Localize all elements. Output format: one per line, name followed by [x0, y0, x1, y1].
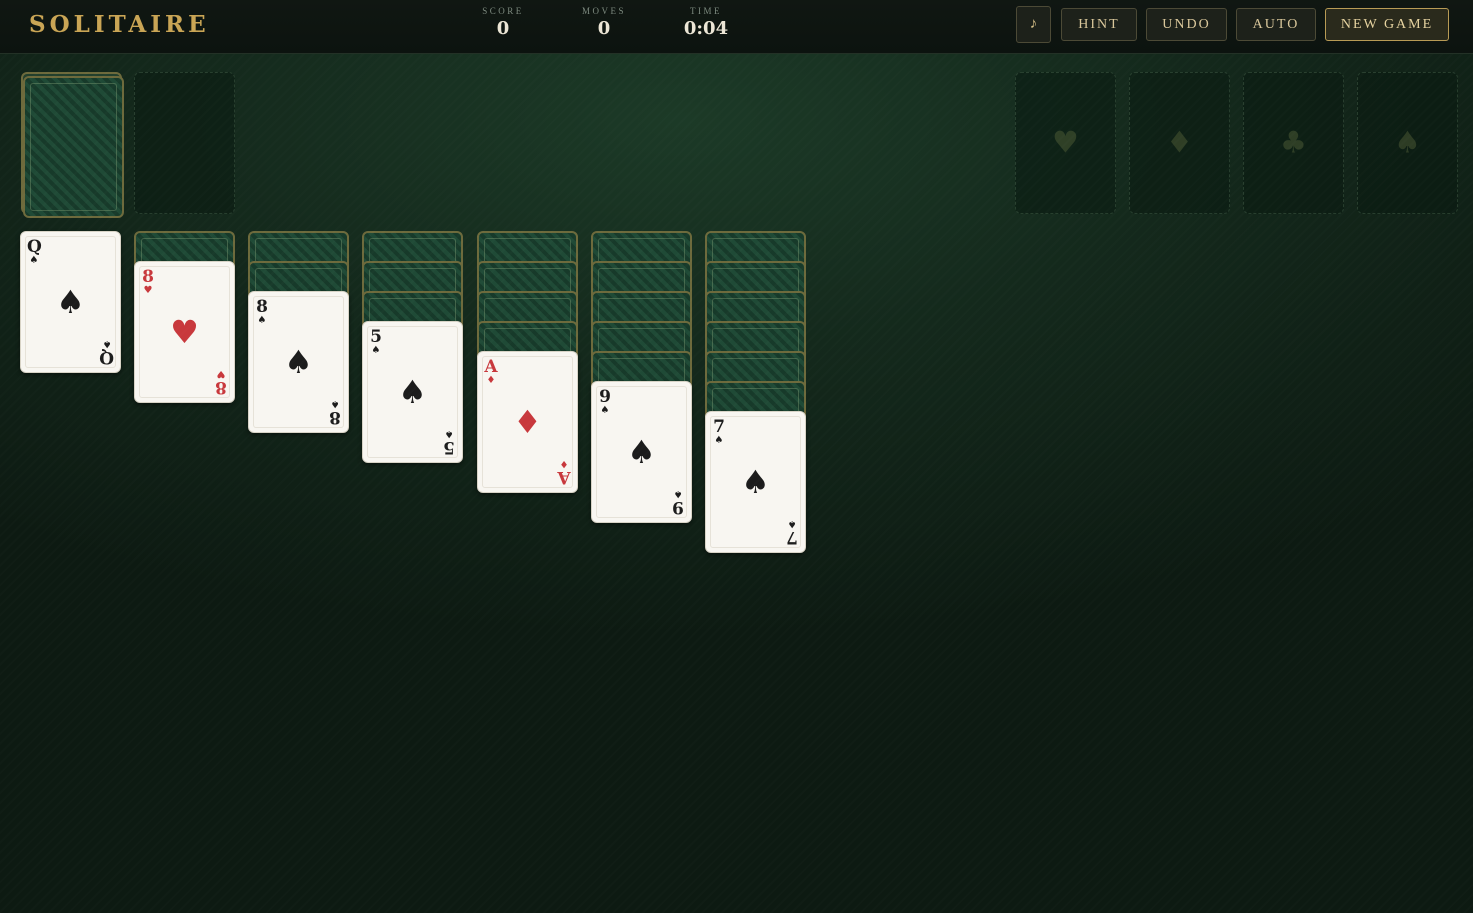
card-rank: 9: [599, 387, 611, 407]
card-suit-icon: ♠: [398, 373, 427, 411]
waste-pile[interactable]: [134, 72, 235, 214]
card-suit-small-icon: ♠: [600, 405, 610, 416]
card-rank: 7: [713, 417, 725, 437]
card-suit-small-icon: ♠: [371, 345, 381, 356]
tableau-card-column-2[interactable]: 8 ♥ ♥ 8 ♥: [134, 261, 235, 403]
card-suit-icon: ♠: [627, 433, 656, 471]
card-corner-top: 9 ♠: [598, 389, 612, 416]
sound-toggle-button[interactable]: ♪: [1016, 6, 1051, 43]
card-corner-top: 8 ♠: [255, 299, 269, 326]
card-corner-top: 8 ♥: [141, 269, 155, 296]
card-corner-top: 5 ♠: [369, 329, 383, 356]
time-label: TIME: [690, 6, 722, 16]
moves-label: MOVES: [581, 6, 626, 16]
foundation-hearts[interactable]: ♥: [1015, 72, 1116, 214]
tableau-card-column-6[interactable]: 9 ♠ ♠ 9 ♠: [591, 381, 692, 523]
card-rank: A: [557, 467, 571, 487]
card-rank: 5: [370, 327, 382, 347]
card-corner-top: 7 ♠: [712, 419, 726, 446]
spade-icon: ♠: [1394, 125, 1421, 161]
card-suit-icon: ♥: [170, 313, 199, 351]
game-title: SOLITAIRE: [29, 11, 210, 38]
tableau-card-column-7[interactable]: 7 ♠ ♠ 7 ♠: [705, 411, 806, 553]
card-rank: 8: [256, 297, 268, 317]
card-suit-small-icon: ♠: [29, 255, 39, 266]
foundation-clubs[interactable]: ♣: [1243, 72, 1344, 214]
tableau-card-column-1[interactable]: Q ♠ ♠ Q ♠: [20, 231, 121, 373]
card-rank: 7: [786, 527, 798, 547]
time-value: 0:04: [683, 18, 729, 39]
foundation-spades[interactable]: ♠: [1357, 72, 1458, 214]
card-rank: 9: [672, 497, 684, 517]
music-note-icon: ♪: [1029, 16, 1038, 32]
heart-icon: ♥: [1052, 125, 1079, 161]
foundation-diamonds[interactable]: ♦: [1129, 72, 1230, 214]
score-value: 0: [496, 18, 510, 39]
card-suit-icon: ♠: [56, 283, 85, 321]
card-corner-bottom: 7 ♠: [785, 518, 799, 547]
hint-button[interactable]: HINT: [1061, 8, 1137, 41]
card-suit-small-icon: ♥: [143, 285, 153, 296]
moves-stat: MOVES 0: [559, 6, 649, 39]
tableau-card-column-4[interactable]: 5 ♠ ♠ 5 ♠: [362, 321, 463, 463]
card-corner-bottom: 8 ♥: [214, 368, 228, 397]
card-rank: 8: [329, 407, 341, 427]
club-icon: ♣: [1280, 125, 1307, 161]
top-bar: SOLITAIRE SCORE 0 MOVES 0 TIME 0:04 ♪ HI…: [0, 0, 1473, 54]
card-corner-top: A ♦: [484, 359, 498, 386]
card-corner-top: Q ♠: [27, 237, 42, 266]
card-rank: A: [484, 357, 498, 377]
time-stat: TIME 0:04: [661, 6, 751, 39]
new-game-button[interactable]: NEW GAME: [1325, 8, 1449, 41]
card-corner-bottom: 9 ♠: [671, 488, 685, 517]
card-suit-small-icon: ♠: [257, 315, 267, 326]
card-suit-icon: ♠: [741, 463, 770, 501]
card-rank: 8: [142, 267, 154, 287]
card-corner-bottom: A ♦: [557, 458, 571, 487]
card-suit-small-icon: ♠: [714, 435, 724, 446]
diamond-icon: ♦: [1166, 125, 1193, 161]
card-corner-bottom: 8 ♠: [328, 398, 342, 427]
solitaire-app: SOLITAIRE SCORE 0 MOVES 0 TIME 0:04 ♪ HI…: [0, 0, 1473, 913]
undo-button[interactable]: UNDO: [1146, 8, 1227, 41]
card-suit-icon: ♠: [284, 343, 313, 381]
card-corner-bottom: 5 ♠: [442, 428, 456, 457]
card-corner-bottom: Q ♠: [99, 338, 114, 367]
card-rank: Q: [99, 347, 114, 367]
auto-button[interactable]: AUTO: [1236, 8, 1316, 41]
card-rank: Q: [27, 237, 42, 257]
stock-pile[interactable]: [23, 76, 124, 218]
moves-value: 0: [597, 18, 611, 39]
card-suit-icon: ♦: [513, 403, 542, 441]
card-rank: 8: [215, 377, 227, 397]
tableau-card-column-5[interactable]: A ♦ ♦ A ♦: [477, 351, 578, 493]
card-suit-small-icon: ♦: [486, 375, 496, 386]
score-stat: SCORE 0: [458, 6, 548, 39]
score-label: SCORE: [482, 6, 524, 16]
card-rank: 5: [443, 437, 455, 457]
tableau-card-column-3[interactable]: 8 ♠ ♠ 8 ♠: [248, 291, 349, 433]
